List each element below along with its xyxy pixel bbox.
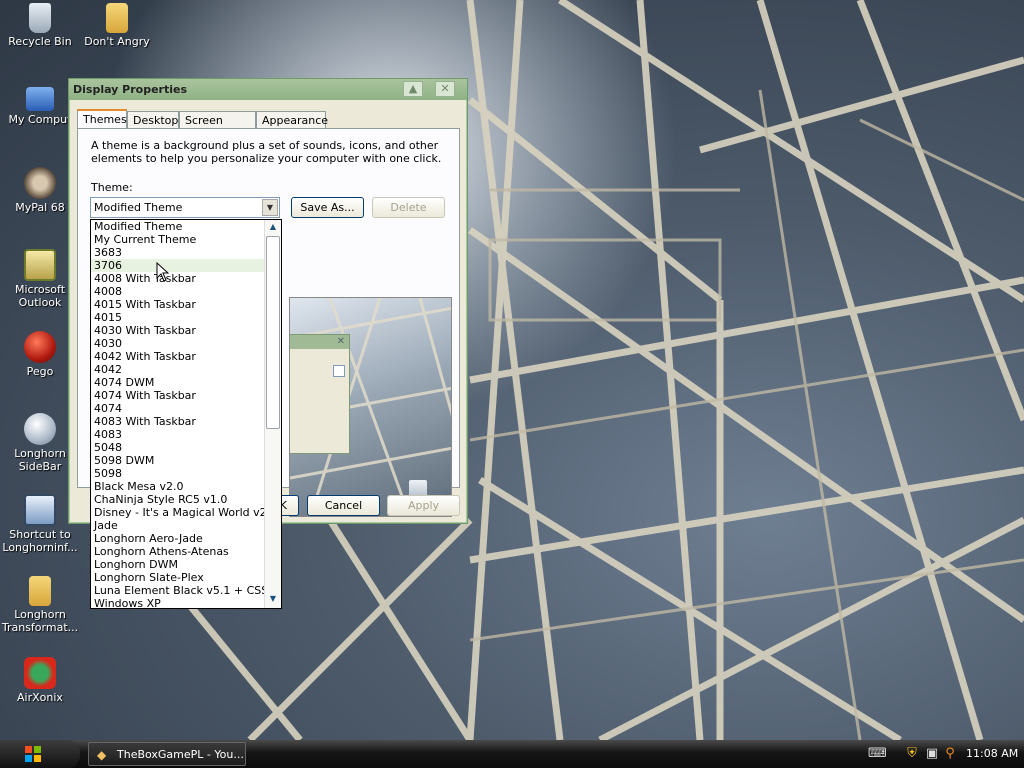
theme-option[interactable]: 4015 bbox=[91, 311, 265, 324]
preview-titlebar: ✕ bbox=[290, 335, 349, 349]
folder-icon bbox=[106, 3, 128, 33]
start-button[interactable] bbox=[0, 740, 80, 768]
theme-option[interactable]: 4030 bbox=[91, 337, 265, 350]
theme-option[interactable]: 4042 With Taskbar bbox=[91, 350, 265, 363]
scroll-up-arrow-icon[interactable]: ▲ bbox=[265, 222, 281, 234]
theme-option[interactable]: 4008 With Taskbar bbox=[91, 272, 265, 285]
preview-checkbox bbox=[333, 365, 345, 377]
recycle-bin-icon bbox=[29, 3, 51, 33]
delete-button[interactable]: Delete bbox=[372, 197, 445, 218]
preview-close-icon: ✕ bbox=[336, 336, 345, 347]
raccoon-icon bbox=[24, 167, 56, 199]
theme-option[interactable]: Longhorn Athens-Atenas bbox=[91, 545, 265, 558]
help-button[interactable]: ▲ bbox=[403, 81, 423, 97]
close-button[interactable]: ✕ bbox=[435, 81, 455, 97]
desktop-icon-longhorn-transformation[interactable]: Longhorn Transformat... bbox=[1, 576, 79, 634]
folder-icon bbox=[29, 576, 51, 606]
theme-option[interactable]: 4030 With Taskbar bbox=[91, 324, 265, 337]
sidebar-icon bbox=[24, 413, 56, 445]
browser-icon: ◆ bbox=[97, 748, 107, 762]
desktop-icon-airxonix[interactable]: AirXonix bbox=[1, 657, 79, 704]
theme-option[interactable]: Black Mesa v2.0 bbox=[91, 480, 265, 493]
theme-option[interactable]: 5098 bbox=[91, 467, 265, 480]
info-icon bbox=[24, 494, 56, 526]
theme-option[interactable]: Longhorn DWM bbox=[91, 558, 265, 571]
pego-icon bbox=[24, 331, 56, 363]
search-icon[interactable]: ⚲ bbox=[942, 746, 958, 762]
computer-icon bbox=[26, 87, 54, 111]
theme-option[interactable]: Windows XP bbox=[91, 597, 265, 608]
security-shield-icon[interactable]: ⛨ bbox=[904, 746, 920, 762]
airxonix-icon bbox=[24, 657, 56, 689]
theme-option[interactable]: Disney - It's a Magical World v2.0 bbox=[91, 506, 265, 519]
desktop-icon-dont-angry[interactable]: Don't Angry bbox=[78, 3, 156, 48]
theme-option[interactable]: 5048 bbox=[91, 441, 265, 454]
theme-option[interactable]: 4083 With Taskbar bbox=[91, 415, 265, 428]
theme-option[interactable]: 4015 With Taskbar bbox=[91, 298, 265, 311]
theme-label: Theme: bbox=[91, 181, 133, 194]
scrollbar-thumb[interactable] bbox=[266, 236, 280, 429]
tab-themes[interactable]: Themes bbox=[77, 109, 127, 129]
mouse-cursor-icon bbox=[156, 262, 170, 282]
theme-option[interactable]: Jade bbox=[91, 519, 265, 532]
theme-option[interactable]: Luna Element Black v5.1 + CSS bbox=[91, 584, 265, 597]
scroll-down-arrow-icon[interactable]: ▼ bbox=[265, 594, 281, 606]
theme-option[interactable]: 4042 bbox=[91, 363, 265, 376]
outlook-icon bbox=[24, 249, 56, 281]
taskbar-window-button[interactable]: ◆ TheBoxGamePL - You... bbox=[88, 742, 246, 766]
theme-option[interactable]: 4074 DWM bbox=[91, 376, 265, 389]
theme-option[interactable]: Longhorn Slate-Plex bbox=[91, 571, 265, 584]
keyboard-icon[interactable]: ⌨ bbox=[868, 746, 887, 762]
chevron-down-icon[interactable]: ▼ bbox=[262, 199, 278, 216]
theme-option[interactable]: 3683 bbox=[91, 246, 265, 259]
cancel-button[interactable]: Cancel bbox=[307, 495, 380, 516]
title-bar[interactable]: Display Properties ▲ ✕ bbox=[69, 79, 467, 100]
theme-option[interactable]: Longhorn Aero-Jade bbox=[91, 532, 265, 545]
theme-options: Modified Theme My Current Theme 3683 3706 40… bbox=[91, 220, 281, 608]
system-tray: ⌨ ⛨ ▣ ⚲ 11:08 AM bbox=[866, 740, 1024, 768]
theme-option[interactable]: 4074 With Taskbar bbox=[91, 389, 265, 402]
theme-option[interactable]: 4074 bbox=[91, 402, 265, 415]
theme-option[interactable]: My Current Theme bbox=[91, 233, 265, 246]
preview-window: ✕ bbox=[290, 334, 350, 454]
theme-select-value: Modified Theme bbox=[94, 201, 183, 214]
tab-screen-saver[interactable]: Screen Saver bbox=[179, 111, 256, 140]
theme-option[interactable]: ChaNinja Style RC5 v1.0 bbox=[91, 493, 265, 506]
taskbar-window-label: TheBoxGamePL - You... bbox=[117, 748, 244, 761]
theme-option[interactable]: 4008 bbox=[91, 285, 265, 298]
theme-description: A theme is a background plus a set of so… bbox=[91, 139, 442, 165]
save-as-button[interactable]: Save As... bbox=[291, 197, 364, 218]
theme-preview: ✕ bbox=[289, 297, 452, 517]
theme-option[interactable]: 5098 DWM bbox=[91, 454, 265, 467]
dropdown-scrollbar[interactable]: ▲ ▼ bbox=[264, 220, 281, 608]
network-icon[interactable]: ▣ bbox=[924, 746, 940, 762]
windows-logo-icon bbox=[25, 746, 41, 762]
theme-option[interactable]: 3706 bbox=[91, 259, 265, 272]
theme-option[interactable]: Modified Theme bbox=[91, 220, 265, 233]
theme-select[interactable]: Modified Theme ▼ bbox=[90, 197, 280, 218]
theme-option[interactable]: 4083 bbox=[91, 428, 265, 441]
clock[interactable]: 11:08 AM bbox=[966, 747, 1018, 760]
theme-dropdown-list[interactable]: Modified Theme My Current Theme 3683 3706 40… bbox=[90, 219, 282, 609]
taskbar: ◆ TheBoxGamePL - You... ⌨ ⛨ ▣ ⚲ 11:08 AM bbox=[0, 740, 1024, 768]
desktop-icon-recycle-bin[interactable]: Recycle Bin bbox=[1, 3, 79, 48]
tab-desktop[interactable]: Desktop bbox=[127, 111, 179, 129]
apply-button[interactable]: Apply bbox=[387, 495, 460, 516]
dialog-title: Display Properties bbox=[73, 83, 188, 96]
tab-appearance[interactable]: Appearance bbox=[256, 111, 328, 129]
